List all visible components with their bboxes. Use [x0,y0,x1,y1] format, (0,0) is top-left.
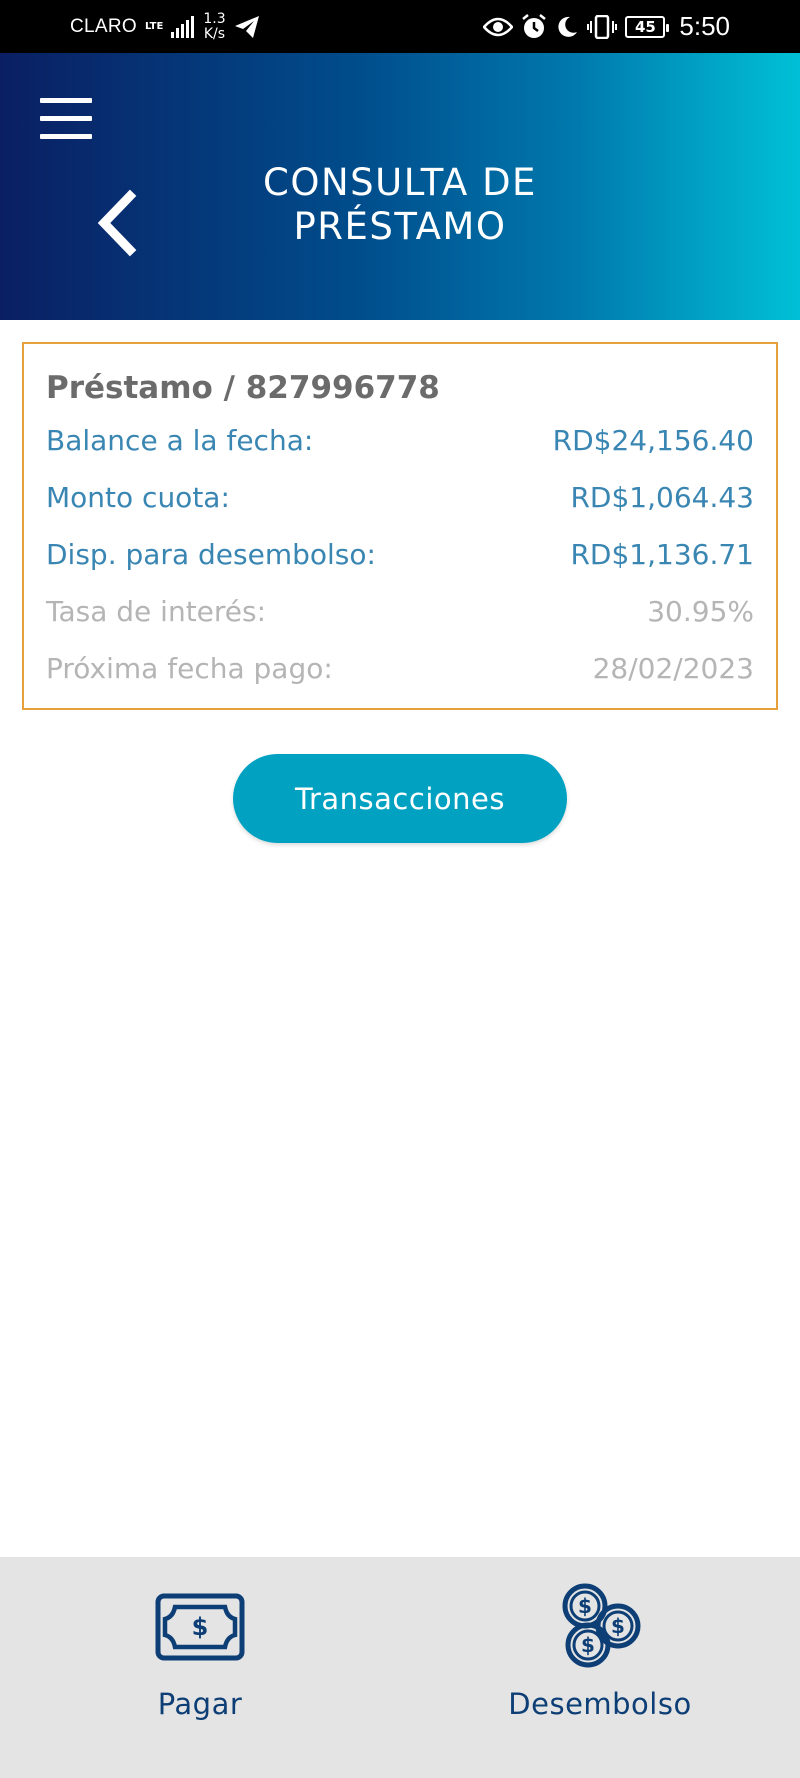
status-bar-left: CLARO LTE 1.3 K/s [70,10,260,42]
coins-icon: $ $ $ [562,1583,641,1668]
nav-label-disbursement: Desembolso [508,1687,692,1721]
installment-value: RD$1,064.43 [570,481,754,514]
svg-text:$: $ [192,1613,209,1641]
chevron-left-icon [97,189,137,257]
network-speed: 1.3 K/s [203,10,226,42]
alarm-icon [522,13,547,38]
loan-title: Préstamo / 827996778 [46,370,440,406]
installment-row: Monto cuota: RD$1,064.43 [46,469,754,526]
banknote-icon: $ [155,1593,245,1661]
available-disbursement-value: RD$1,136.71 [570,538,754,571]
bottom-navigation: $ Pagar $ $ $ Desembolso [0,1557,800,1778]
signal-icon [171,15,195,38]
svg-text:$: $ [578,1594,592,1618]
available-disbursement-label: Disp. para desembolso: [46,538,376,571]
svg-text:$: $ [581,1633,595,1657]
eye-icon [483,17,514,36]
clock: 5:50 [679,11,730,41]
app-header: CONSULTA DE PRÉSTAMO [0,53,800,320]
next-payment-date-value: 28/02/2023 [592,652,754,685]
hamburger-menu-icon-bar [40,116,92,121]
balance-row: Balance a la fecha: RD$24,156.40 [46,412,754,469]
hamburger-menu-icon-bar [40,134,92,139]
nav-item-pay[interactable]: $ Pagar [0,1557,400,1778]
installment-label: Monto cuota: [46,481,230,514]
nav-item-disbursement[interactable]: $ $ $ Desembolso [400,1557,800,1778]
nav-label-pay: Pagar [157,1687,243,1721]
hamburger-menu-icon [40,98,92,103]
telegram-icon [234,15,259,38]
interest-rate-row: Tasa de interés: 30.95% [46,583,754,640]
network-type: LTE [144,20,164,32]
page-title: CONSULTA DE PRÉSTAMO [263,161,537,248]
transactions-button[interactable]: Transacciones [233,754,567,843]
vibrate-icon [587,14,618,39]
hamburger-menu-button[interactable] [40,98,92,140]
network-speed-value: 1.3 [203,10,226,27]
interest-rate-label: Tasa de interés: [46,595,267,628]
next-payment-date-label: Próxima fecha pago: [46,652,333,685]
available-disbursement-row: Disp. para desembolso: RD$1,136.71 [46,526,754,583]
balance-value: RD$24,156.40 [552,424,754,457]
status-bar-right: 45 5:50 [483,11,730,42]
interest-rate-value: 30.95% [647,595,754,628]
moon-icon [558,16,578,37]
battery-indicator: 45 [625,15,670,38]
network-speed-unit: K/s [203,25,226,42]
loan-summary-card: Préstamo / 827996778 Balance a la fecha:… [22,342,778,710]
back-button[interactable] [92,188,144,258]
balance-label: Balance a la fecha: [46,424,314,457]
carrier-name: CLARO [70,15,137,37]
next-payment-date-row: Próxima fecha pago: 28/02/2023 [46,640,754,697]
status-bar: CLARO LTE 1.3 K/s 45 5:50 [0,0,800,53]
svg-text:$: $ [611,1614,625,1638]
